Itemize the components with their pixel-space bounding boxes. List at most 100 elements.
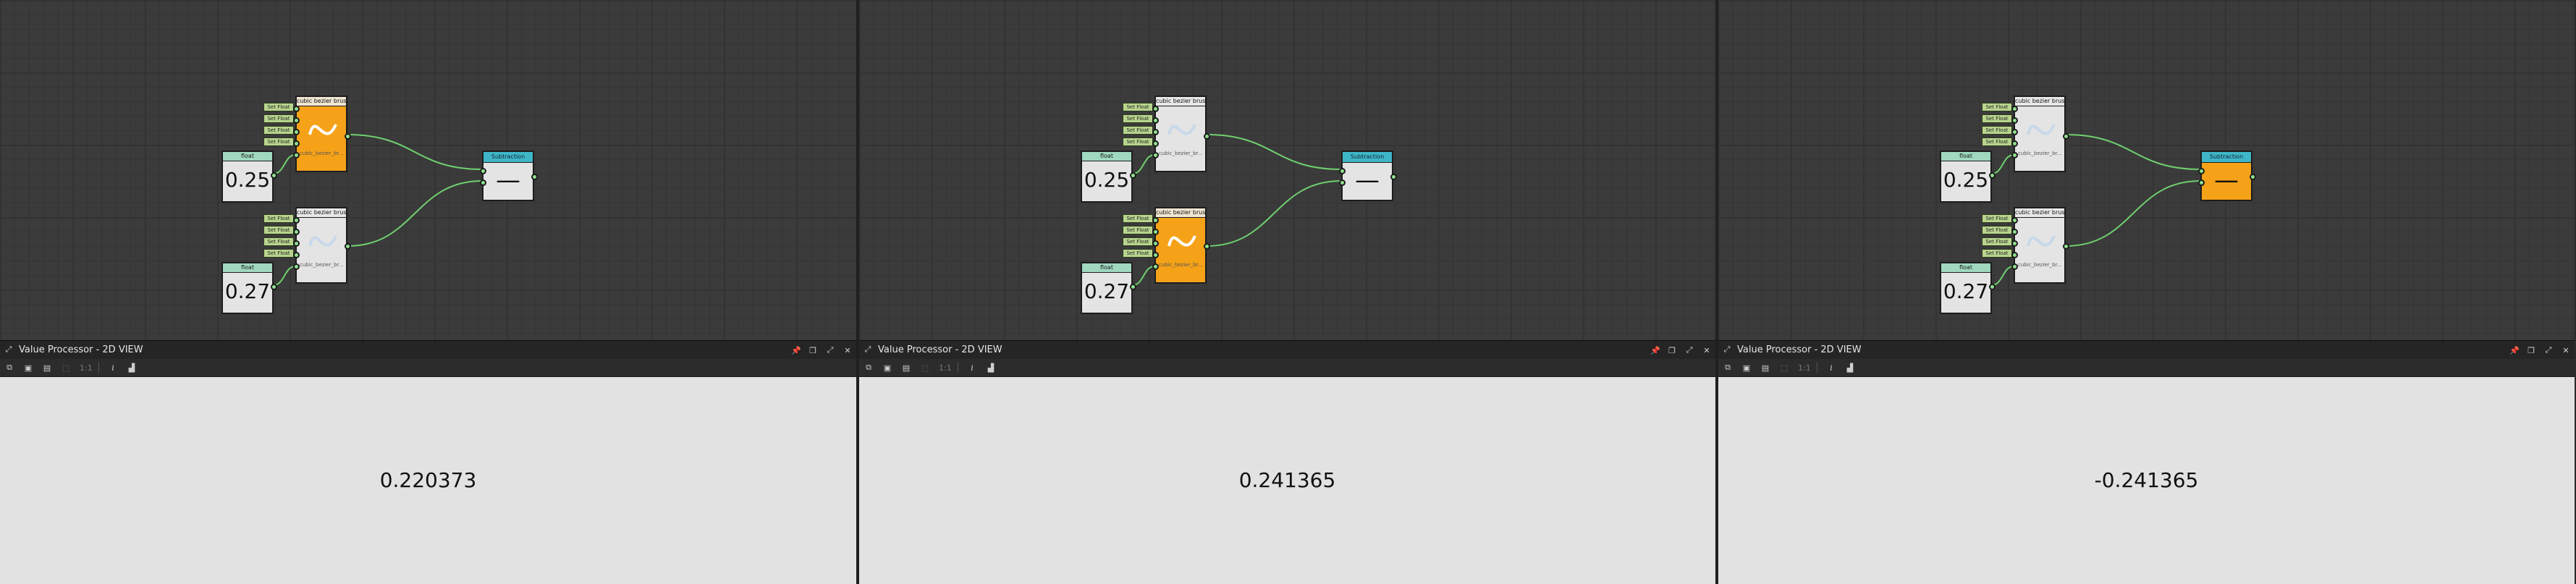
set-float-input[interactable]: Set Float — [1123, 126, 1153, 135]
set-float-input[interactable]: Set Float — [263, 114, 294, 123]
set-float-input[interactable]: Set Float — [1123, 214, 1153, 223]
output-port[interactable] — [1204, 243, 1210, 250]
save-as-icon[interactable]: ▤ — [901, 363, 911, 373]
input-port[interactable] — [2011, 240, 2018, 247]
input-port[interactable] — [2011, 152, 2018, 158]
info-icon[interactable]: i — [967, 363, 977, 373]
output-port[interactable] — [2063, 133, 2069, 140]
export-icon[interactable]: ⬚ — [61, 363, 71, 373]
zoom-label[interactable]: 1:1 — [1798, 363, 1811, 373]
maximize-icon[interactable]: ⤢ — [1723, 345, 1731, 354]
zoom-label[interactable]: 1:1 — [80, 363, 93, 373]
output-port[interactable] — [1390, 174, 1397, 180]
save-as-icon[interactable]: ▤ — [1760, 363, 1770, 373]
restore-icon[interactable]: ❐ — [1668, 346, 1676, 355]
subtraction-node[interactable]: Subtraction — — [480, 151, 538, 201]
set-float-input[interactable]: Set Float — [1982, 126, 2012, 135]
set-float-input[interactable]: Set Float — [1123, 103, 1153, 111]
input-port[interactable] — [1152, 217, 1159, 224]
bezier-brush-node-b[interactable]: cubic bezier brush cubic_bezier_br... — [1152, 207, 1210, 284]
bezier-brush-node-b[interactable]: cubic bezier brush cubic_bezier_br... — [293, 207, 351, 284]
save-icon[interactable]: ▣ — [882, 363, 892, 373]
set-float-input[interactable]: Set Float — [263, 137, 294, 146]
input-port[interactable] — [1152, 140, 1159, 147]
close-icon[interactable]: ✕ — [843, 346, 852, 355]
input-port[interactable] — [1152, 152, 1159, 158]
input-port[interactable] — [293, 140, 300, 147]
subtraction-node[interactable]: Subtraction — — [2198, 151, 2256, 201]
float-node-a[interactable]: float 0.25 — [1081, 151, 1136, 203]
float-node-a[interactable]: float 0.25 — [1940, 151, 1996, 203]
close-icon[interactable]: ✕ — [1702, 346, 1711, 355]
histogram-icon[interactable]: ▟ — [1845, 363, 1855, 373]
float-node-a[interactable]: float 0.25 — [221, 151, 277, 203]
pin-icon[interactable]: 📌 — [791, 346, 801, 355]
output-port[interactable] — [2063, 243, 2069, 250]
zoom-label[interactable]: 1:1 — [939, 363, 952, 373]
output-port[interactable] — [1989, 284, 1996, 290]
output-port[interactable] — [1130, 284, 1136, 290]
input-port[interactable] — [1152, 106, 1159, 112]
save-as-icon[interactable]: ▤ — [42, 363, 52, 373]
output-port[interactable] — [1989, 172, 1996, 179]
input-port[interactable] — [2011, 217, 2018, 224]
output-port[interactable] — [271, 172, 277, 179]
bezier-brush-node-a[interactable]: cubic bezier brush cubic_bezier_br... — [1152, 96, 1210, 172]
input-port[interactable] — [293, 152, 300, 158]
node-graph-canvas[interactable]: float 0.25 Set Float Set Float Set Float Set … — [1718, 0, 2575, 340]
set-float-input[interactable]: Set Float — [1123, 249, 1153, 258]
pin-icon[interactable]: 📌 — [2509, 346, 2520, 355]
bezier-brush-node-b[interactable]: cubic bezier brush cubic_bezier_br... — [2011, 207, 2069, 284]
set-float-input[interactable]: Set Float — [263, 103, 294, 111]
input-port[interactable] — [1339, 168, 1346, 174]
set-float-input[interactable]: Set Float — [1982, 103, 2012, 111]
set-float-input[interactable]: Set Float — [263, 214, 294, 223]
input-port[interactable] — [293, 263, 300, 270]
bezier-brush-node-a[interactable]: cubic bezier brush cubic_bezier_br... — [2011, 96, 2069, 172]
input-port[interactable] — [2011, 252, 2018, 258]
input-port[interactable] — [2011, 140, 2018, 147]
input-port[interactable] — [293, 129, 300, 135]
input-port[interactable] — [1152, 229, 1159, 235]
input-port[interactable] — [2011, 263, 2018, 270]
input-port[interactable] — [293, 229, 300, 235]
export-icon[interactable]: ⬚ — [920, 363, 930, 373]
set-float-input[interactable]: Set Float — [1982, 137, 2012, 146]
set-float-input[interactable]: Set Float — [1123, 226, 1153, 234]
export-icon[interactable]: ⬚ — [1779, 363, 1789, 373]
output-port[interactable] — [271, 284, 277, 290]
set-float-input[interactable]: Set Float — [1982, 237, 2012, 246]
maximize-icon[interactable]: ⤢ — [2544, 345, 2553, 355]
set-float-input[interactable]: Set Float — [1982, 226, 2012, 234]
maximize-icon[interactable]: ⤢ — [863, 345, 872, 354]
input-port[interactable] — [1152, 129, 1159, 135]
input-port[interactable] — [2011, 229, 2018, 235]
float-node-b[interactable]: float 0.27 — [1081, 262, 1136, 314]
set-float-input[interactable]: Set Float — [263, 237, 294, 246]
output-port[interactable] — [345, 243, 351, 250]
maximize-icon[interactable]: ⤢ — [826, 345, 835, 355]
copy-icon[interactable]: ⧉ — [863, 363, 874, 373]
histogram-icon[interactable]: ▟ — [127, 363, 137, 373]
input-port[interactable] — [1152, 117, 1159, 124]
bezier-brush-node-a[interactable]: cubic bezier brush cubic_bezier_br... — [293, 96, 351, 172]
input-port[interactable] — [2011, 117, 2018, 124]
panel-divider[interactable] — [856, 0, 859, 584]
copy-icon[interactable]: ⧉ — [1723, 363, 1733, 373]
input-port[interactable] — [293, 252, 300, 258]
input-port[interactable] — [293, 240, 300, 247]
maximize-icon[interactable]: ⤢ — [4, 345, 13, 354]
input-port[interactable] — [1152, 252, 1159, 258]
save-icon[interactable]: ▣ — [1741, 363, 1752, 373]
histogram-icon[interactable]: ▟ — [986, 363, 996, 373]
set-float-input[interactable]: Set Float — [263, 226, 294, 234]
output-port[interactable] — [1130, 172, 1136, 179]
info-icon[interactable]: i — [1826, 363, 1836, 373]
input-port[interactable] — [1152, 263, 1159, 270]
set-float-input[interactable]: Set Float — [263, 249, 294, 258]
set-float-input[interactable]: Set Float — [1123, 237, 1153, 246]
input-port[interactable] — [480, 168, 486, 174]
set-float-input[interactable]: Set Float — [1982, 249, 2012, 258]
input-port[interactable] — [2198, 168, 2205, 174]
node-graph-canvas[interactable]: float 0.25 Set Float Set Float Set Float Set … — [0, 0, 856, 340]
